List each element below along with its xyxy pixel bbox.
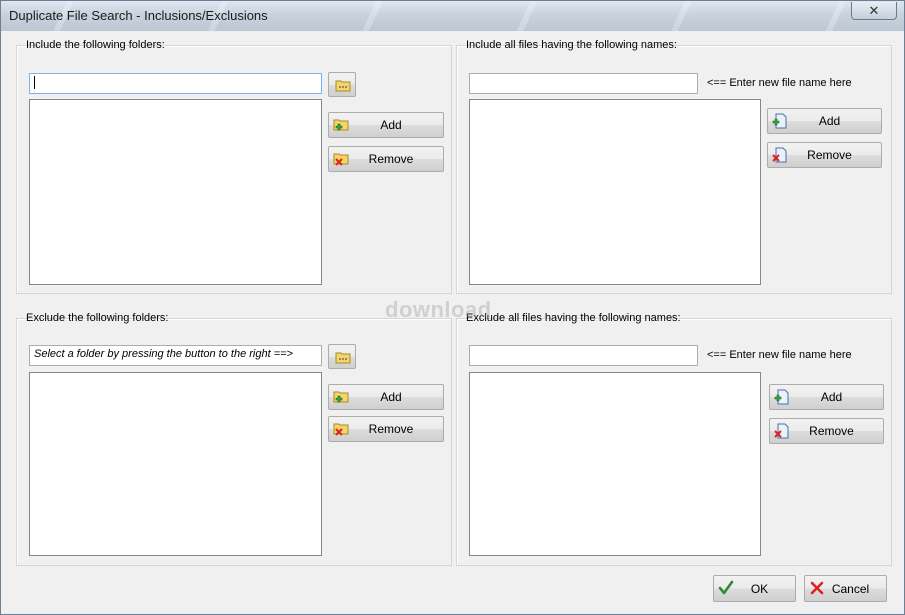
folder-add-icon (333, 391, 349, 403)
include-files-label: Include all files having the following n… (466, 39, 677, 51)
exclude-folders-list[interactable] (29, 372, 322, 556)
text-caret (34, 76, 35, 89)
folder-remove-icon (333, 423, 349, 436)
include-folder-path-input[interactable] (29, 73, 322, 94)
window-title: Duplicate File Search - Inclusions/Exclu… (9, 8, 268, 23)
dialog-window: Duplicate File Search - Inclusions/Exclu… (0, 0, 905, 615)
include-file-add-button[interactable]: Add (767, 108, 882, 134)
close-button[interactable]: ✕ (851, 2, 897, 20)
exclude-folder-browse-button[interactable] (328, 344, 356, 369)
include-file-hint: <== Enter new file name here (707, 77, 852, 89)
exclude-files-list[interactable] (469, 372, 761, 556)
file-remove-icon (774, 423, 789, 439)
x-icon (810, 581, 824, 595)
exclude-folder-path-input[interactable]: Select a folder by pressing the button t… (29, 345, 322, 366)
exclude-file-name-input[interactable] (469, 345, 698, 366)
include-folder-add-button[interactable]: Add (328, 112, 444, 138)
close-icon: ✕ (868, 2, 880, 18)
folder-browse-icon (335, 352, 351, 364)
include-folders-label: Include the following folders: (26, 39, 165, 51)
file-add-icon (774, 389, 789, 405)
include-folders-list[interactable] (29, 99, 322, 285)
folder-remove-icon (333, 153, 349, 166)
dialog-client: Include the following folders: Add Remov… (7, 31, 898, 610)
ok-button[interactable]: OK (713, 575, 796, 602)
include-folder-remove-button[interactable]: Remove (328, 146, 444, 172)
folder-add-icon (333, 119, 349, 131)
exclude-folders-label: Exclude the following folders: (26, 312, 169, 324)
include-files-list[interactable] (469, 99, 761, 285)
exclude-folder-remove-button[interactable]: Remove (328, 416, 444, 442)
cancel-button[interactable]: Cancel (804, 575, 887, 602)
exclude-file-hint: <== Enter new file name here (707, 349, 852, 361)
include-folder-browse-button[interactable] (328, 72, 356, 97)
exclude-file-remove-button[interactable]: Remove (769, 418, 884, 444)
exclude-folder-add-button[interactable]: Add (328, 384, 444, 410)
include-file-name-input[interactable] (469, 73, 698, 94)
file-add-icon (772, 113, 787, 129)
file-remove-icon (772, 147, 787, 163)
watermark-text: download (385, 297, 492, 322)
exclude-files-label: Exclude all files having the following n… (466, 312, 681, 324)
include-file-remove-button[interactable]: Remove (767, 142, 882, 168)
folder-browse-icon (335, 80, 351, 92)
checkmark-icon (718, 580, 734, 595)
exclude-file-add-button[interactable]: Add (769, 384, 884, 410)
title-bar[interactable]: Duplicate File Search - Inclusions/Exclu… (1, 1, 904, 31)
